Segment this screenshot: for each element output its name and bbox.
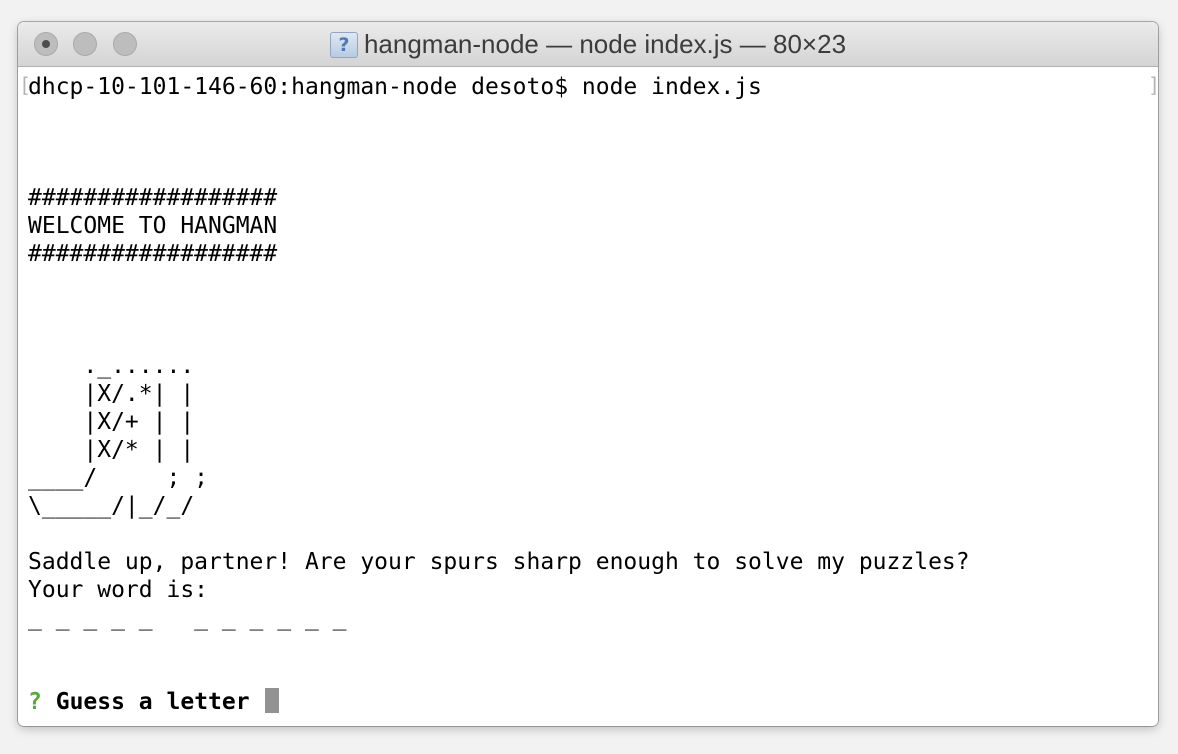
ascii-art-line: ._...... bbox=[28, 353, 195, 379]
banner-text: WELCOME TO HANGMAN bbox=[28, 213, 278, 239]
command-line: dhcp-10-101-146-60:hangman-node desoto$ … bbox=[28, 74, 762, 100]
mark-bracket-right: ] bbox=[1148, 73, 1158, 97]
guess-prompt[interactable]: ? Guess a letter bbox=[28, 688, 280, 716]
window-title: hangman-node — node index.js — 80×23 bbox=[363, 29, 847, 59]
question-document-icon: ? bbox=[329, 31, 358, 58]
greeting-text: Saddle up, partner! Are your spurs sharp… bbox=[28, 549, 970, 575]
word-label: Your word is: bbox=[28, 577, 209, 603]
word-blanks: _ _ _ _ _ _ _ _ _ _ _ bbox=[28, 605, 347, 631]
ascii-art-line: |X/* | | bbox=[28, 437, 195, 463]
ascii-art-line: \_____/|_/_/ bbox=[28, 493, 195, 519]
banner-bottom: ################## bbox=[28, 241, 278, 267]
banner-top: ################## bbox=[28, 185, 278, 211]
ascii-art-line: |X/.*| | bbox=[28, 381, 195, 407]
ascii-art-line: ____/ ; ; bbox=[28, 465, 209, 491]
ascii-art-line: |X/+ | | bbox=[28, 409, 195, 435]
prompt-label: Guess a letter bbox=[55, 689, 250, 715]
title-bar[interactable]: ? hangman-node — node index.js — 80×23 bbox=[18, 22, 1158, 67]
terminal-output[interactable]: [ ] dhcp-10-101-146-60:hangman-node deso… bbox=[18, 67, 1158, 726]
window-title-group: ? hangman-node — node index.js — 80×23 bbox=[18, 22, 1158, 67]
terminal-window: ? hangman-node — node index.js — 80×23 [… bbox=[18, 22, 1158, 726]
text-cursor[interactable] bbox=[265, 688, 280, 713]
prompt-question-mark: ? bbox=[28, 689, 42, 715]
